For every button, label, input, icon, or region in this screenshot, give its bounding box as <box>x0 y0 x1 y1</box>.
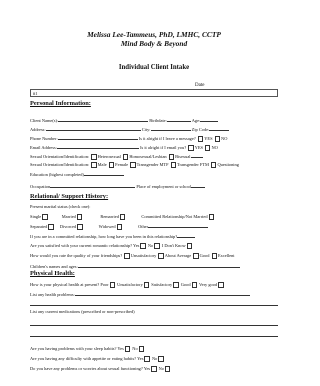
friendship-row: How would you rate the quality of your f… <box>30 253 235 259</box>
occupation-field[interactable] <box>50 183 136 188</box>
client-name-field[interactable] <box>58 117 149 122</box>
friend-unsatisfactory-checkbox[interactable] <box>124 253 130 259</box>
orientation-other-field[interactable] <box>190 153 203 158</box>
satisfied-unknown-checkbox[interactable] <box>186 243 193 249</box>
health-very-good-checkbox[interactable] <box>218 282 224 288</box>
homosexual-checkbox[interactable] <box>122 154 129 160</box>
address-row: Address: City: Zip Code: <box>30 126 230 132</box>
medications-label: List any current medications (prescribed… <box>30 309 135 314</box>
male-checkbox[interactable] <box>91 162 97 168</box>
medications-line-2[interactable] <box>30 336 278 337</box>
remarried-checkbox[interactable] <box>119 214 126 220</box>
phone-no-checkbox[interactable] <box>214 136 221 142</box>
practice-name: Mind Body & Beyond <box>120 39 188 48</box>
health-rating-row: How is your physical health at present? … <box>30 282 225 288</box>
health-problems-row: List any health problems: <box>30 291 250 297</box>
sexual-no-checkbox[interactable] <box>165 366 171 372</box>
widowed-checkbox[interactable] <box>116 224 122 230</box>
transgender-mtf-checkbox[interactable] <box>130 162 136 168</box>
friend-excellent-checkbox[interactable] <box>211 253 217 259</box>
bisexual-checkbox[interactable] <box>168 154 175 160</box>
phone-yes-checkbox[interactable] <box>197 136 204 142</box>
id-field[interactable]: #1 <box>30 89 278 97</box>
gender-row: Sexual Orientation/Identification: Male … <box>30 162 239 168</box>
eating-yes-checkbox[interactable] <box>144 356 150 362</box>
female-checkbox[interactable] <box>108 162 115 168</box>
satisfied-yes-checkbox[interactable] <box>140 243 146 249</box>
city-field[interactable] <box>150 126 191 131</box>
relationship-length-row: If you are in a committed relationship, … <box>30 233 196 239</box>
email-yes-checkbox[interactable] <box>188 145 194 151</box>
friend-average-checkbox[interactable] <box>158 253 164 259</box>
committed-checkbox[interactable] <box>208 214 214 220</box>
orientation-row: Sexual Orientation/Identification: Heter… <box>30 153 203 160</box>
zip-field[interactable] <box>209 126 230 131</box>
health-good-checkbox[interactable] <box>191 282 197 288</box>
eating-row: Are you having any difficulty with appet… <box>30 356 165 362</box>
satisfied-no-checkbox[interactable] <box>154 243 160 249</box>
medications-line-1[interactable] <box>30 325 278 326</box>
heterosexual-checkbox[interactable] <box>91 154 97 160</box>
health-unsatisfactory-checkbox[interactable] <box>143 282 150 288</box>
personal-heading: Personal Information: <box>30 100 91 107</box>
marital-row-2: Separated Divorced Widowed Other <box>30 223 209 230</box>
sleep-no-checkbox[interactable] <box>138 346 145 352</box>
phone-field[interactable] <box>57 135 138 140</box>
questioning-checkbox[interactable] <box>211 162 217 168</box>
children-row: Children's names and ages: <box>30 263 240 269</box>
employment-field[interactable] <box>191 183 205 188</box>
sleep-yes-checkbox[interactable] <box>124 346 131 352</box>
transgender-ftm-checkbox[interactable] <box>170 162 177 168</box>
sexual-functioning-row: Do you have any problems or worries abou… <box>30 366 171 372</box>
married-checkbox[interactable] <box>76 214 83 220</box>
form-title: Individual Client Intake <box>118 64 190 71</box>
intake-form-page: Melissa Lee-Tammeus, PhD, LMHC, CCTP Min… <box>30 30 278 386</box>
relationship-length-field[interactable] <box>177 233 196 238</box>
email-field[interactable] <box>56 144 139 149</box>
health-problems-field[interactable] <box>74 291 250 296</box>
education-field[interactable] <box>83 171 124 176</box>
occupation-row: Occupation Place of employment or school <box>30 183 205 189</box>
divorced-checkbox[interactable] <box>77 224 83 230</box>
birthdate-field[interactable] <box>166 117 191 122</box>
health-satisfactory-checkbox[interactable] <box>173 282 179 288</box>
date-label: Date <box>195 83 205 88</box>
age-field[interactable] <box>200 117 219 122</box>
email-no-checkbox[interactable] <box>205 145 211 151</box>
marital-status-label: Present marital status (check one): <box>30 204 91 209</box>
sexual-yes-checkbox[interactable] <box>151 366 157 372</box>
health-poor-checkbox[interactable] <box>109 282 116 288</box>
relational-heading: Relational/ Support History: <box>30 193 109 200</box>
marital-row-1: Single Married Remarried Committed Relat… <box>30 214 215 220</box>
client-name-row: Client Name(s): Birthdate: Age: <box>30 117 219 123</box>
physical-heading: Physical Health: <box>30 270 75 277</box>
provider-name: Melissa Lee-Tammeus, PhD, LMHC, CCTP <box>87 30 221 39</box>
friend-good-checkbox[interactable] <box>193 253 199 259</box>
eating-no-checkbox[interactable] <box>158 356 164 362</box>
children-field[interactable] <box>77 263 240 268</box>
single-checkbox[interactable] <box>42 214 48 220</box>
email-row: Email Address: Is it alright if I email … <box>30 144 218 151</box>
marital-other-field[interactable] <box>148 223 209 228</box>
health-problems-line-2[interactable] <box>30 305 278 306</box>
sleep-row: Are you having problems with your sleep … <box>30 346 145 352</box>
separated-checkbox[interactable] <box>48 224 54 230</box>
phone-row: Phone Number: Is it alright if I leave a… <box>30 135 228 142</box>
address-field[interactable] <box>45 126 141 131</box>
education-row: Education (highest completed) <box>30 171 124 177</box>
relationship-satisfaction-row: Are you satisfied with your current roma… <box>30 243 193 249</box>
